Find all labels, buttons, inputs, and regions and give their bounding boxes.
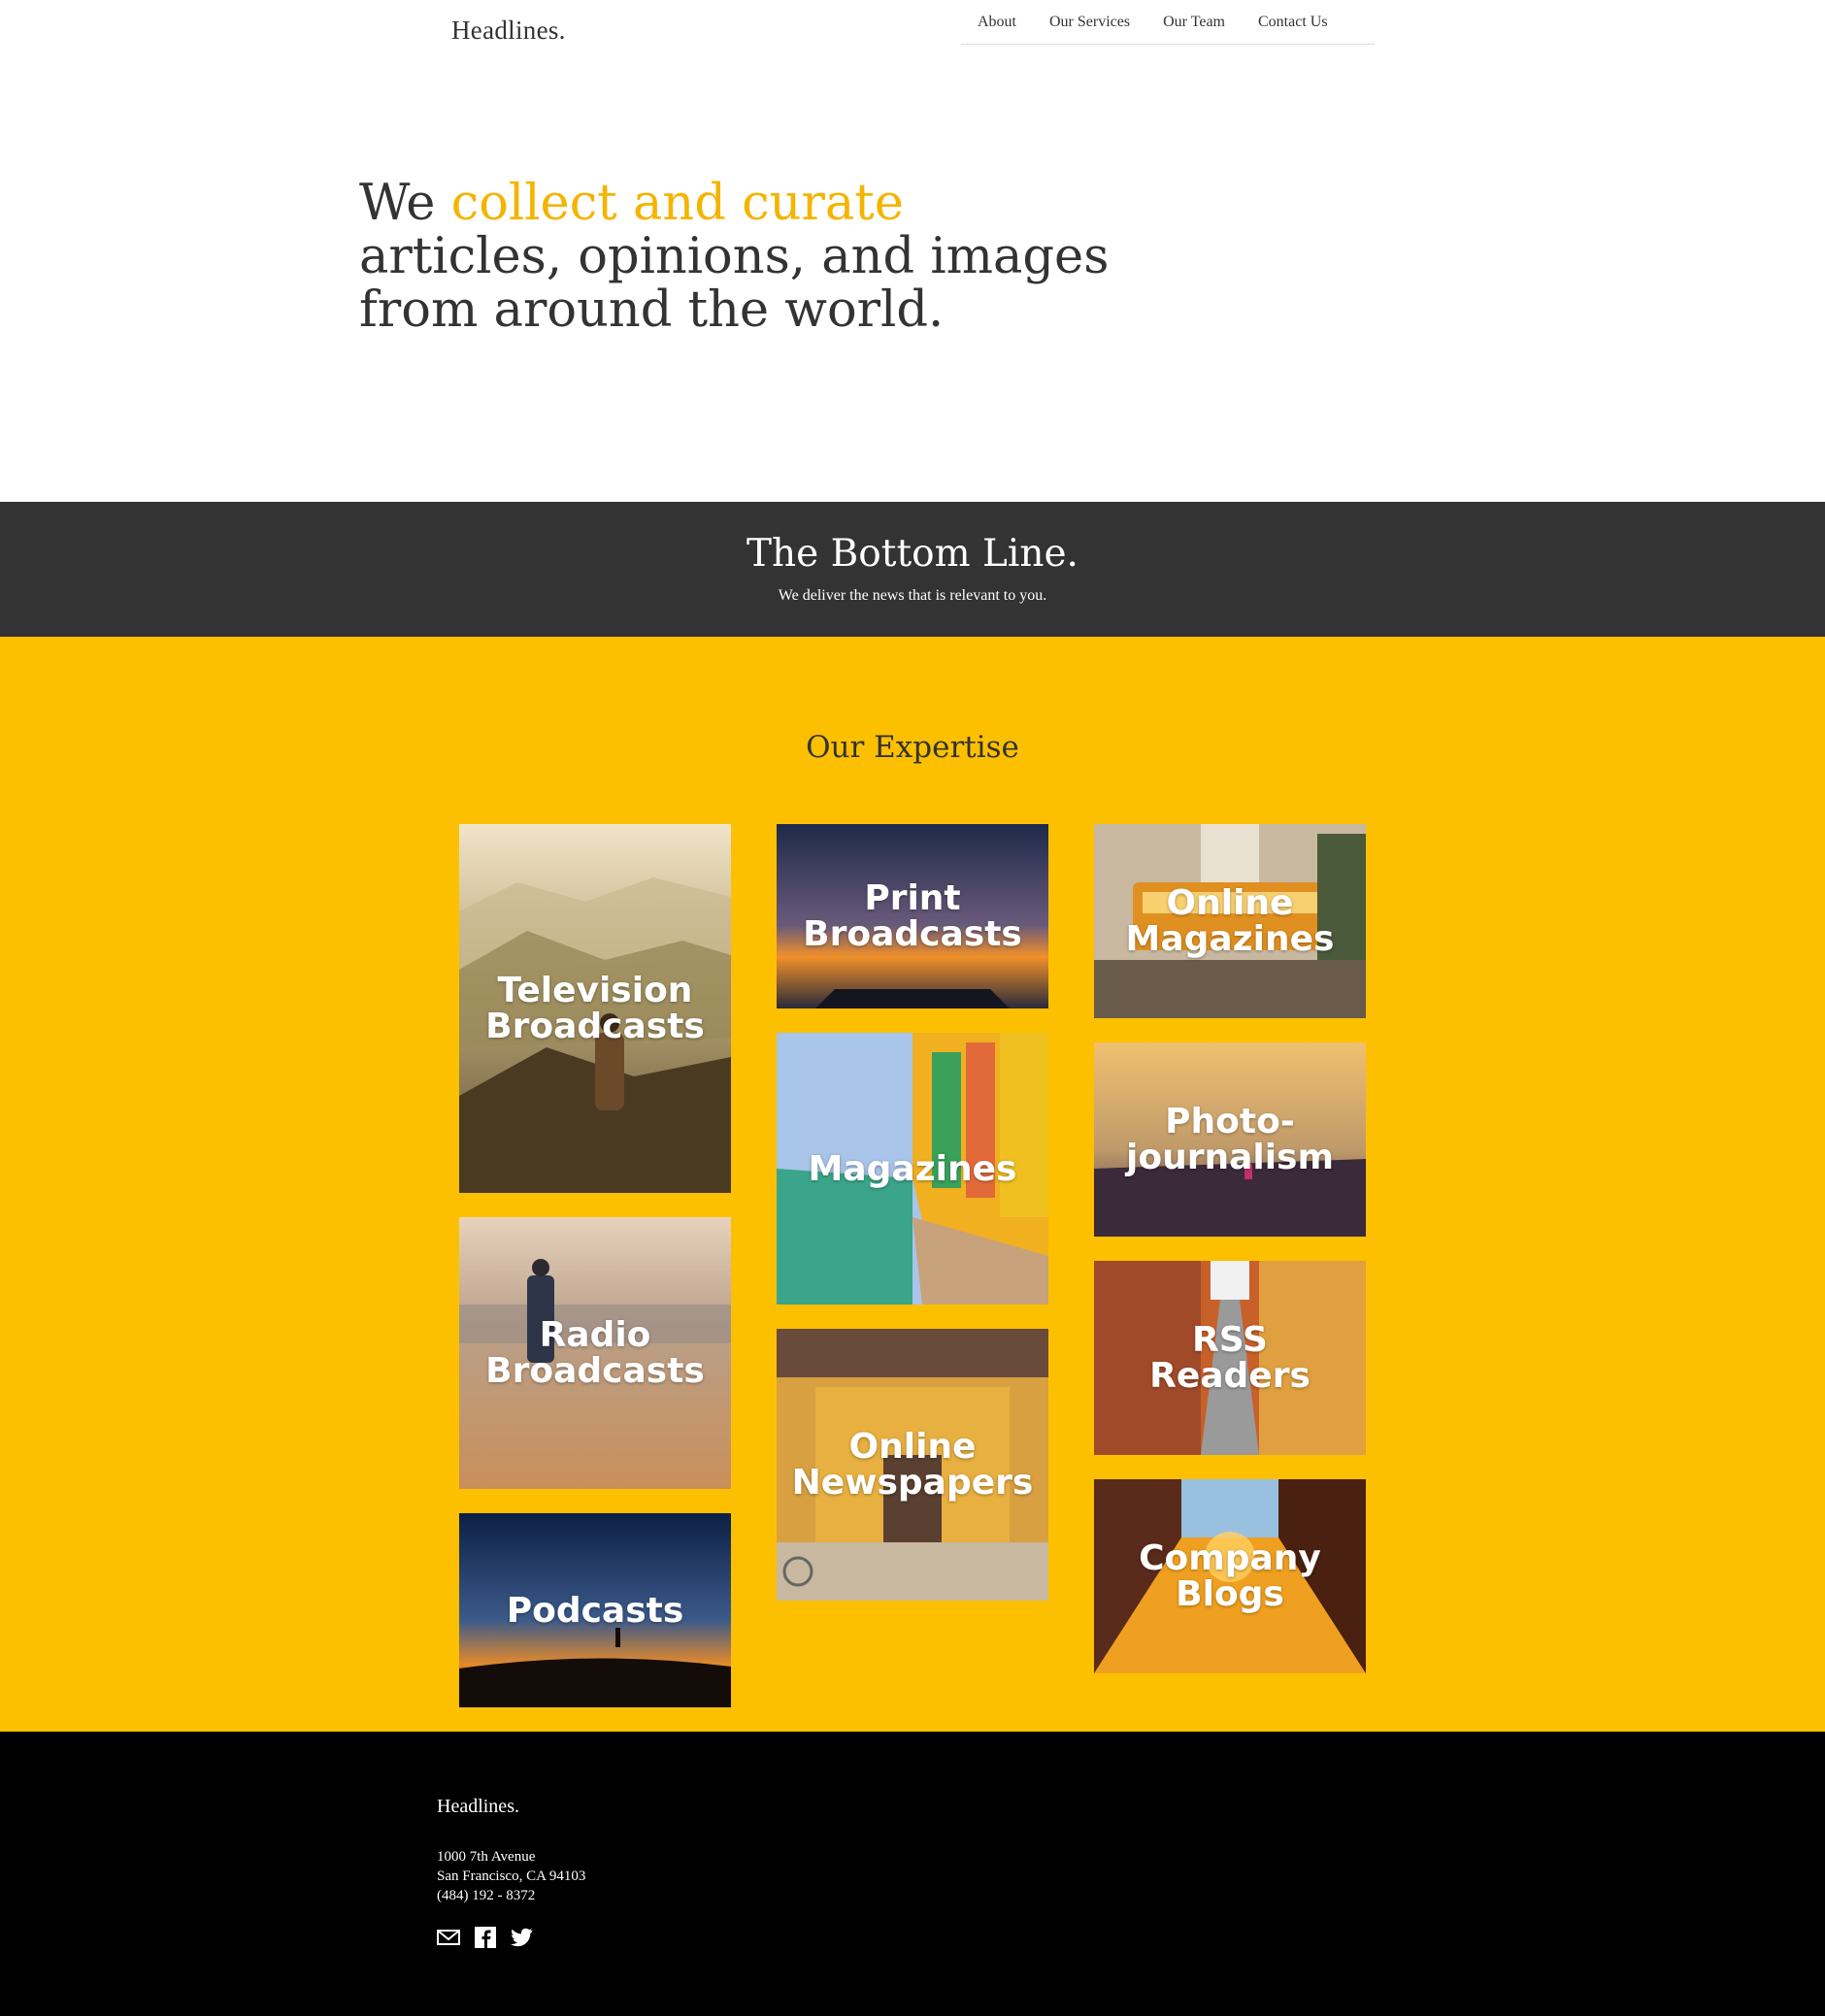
tile-label: Print Broadcasts — [803, 878, 1022, 954]
tile-photojournalism[interactable]: Photo-journalism — [1094, 1042, 1366, 1237]
hero-headline: We collect and curate articles, opinions… — [359, 177, 1233, 337]
hero-line-2: articles, opinions, and images — [359, 228, 1110, 285]
hero-accent: collect and curate — [450, 175, 904, 232]
mail-icon[interactable] — [437, 1926, 460, 1949]
footer-address: 1000 7th Avenue San Francisco, CA 94103 … — [437, 1847, 585, 1905]
social-links — [437, 1926, 534, 1949]
tile-television-broadcasts[interactable]: Television Broadcasts — [459, 824, 731, 1193]
phone-number: (484) 192 - 8372 — [437, 1888, 536, 1903]
address-line-1: 1000 7th Avenue — [437, 1849, 536, 1865]
site-logo[interactable]: Headlines. — [451, 16, 566, 46]
bottom-line-band: The Bottom Line. We deliver the news tha… — [0, 502, 1825, 637]
nav-contact-us[interactable]: Contact Us — [1258, 14, 1328, 31]
tile-label: Photo-journalism — [1126, 1102, 1334, 1177]
address-line-2: San Francisco, CA 94103 — [437, 1868, 586, 1884]
band-title: The Bottom Line. — [747, 532, 1078, 576]
nav-our-team[interactable]: Our Team — [1163, 14, 1225, 31]
tile-radio-broadcasts[interactable]: Radio Broadcasts — [459, 1217, 731, 1489]
tile-rss-readers[interactable]: RSS Readers — [1094, 1261, 1366, 1455]
tile-print-broadcasts[interactable]: Print Broadcasts — [777, 824, 1048, 1008]
expertise-title: Our Expertise — [806, 730, 1019, 765]
tile-label: Podcasts — [506, 1590, 684, 1631]
nav-our-services[interactable]: Our Services — [1049, 14, 1130, 31]
main-nav: About Our Services Our Team Contact Us — [961, 0, 1375, 45]
tile-podcasts[interactable]: Podcasts — [459, 1513, 731, 1707]
site-header: Headlines. About Our Services Our Team C… — [0, 0, 1825, 58]
tile-online-magazines[interactable]: Online Magazines — [1094, 824, 1366, 1018]
hero-prefix: We — [359, 175, 451, 232]
tile-label: Online Magazines — [1125, 883, 1335, 959]
tile-label: Magazines — [808, 1148, 1017, 1189]
band-subtitle: We deliver the news that is relevant to … — [778, 587, 1047, 604]
twitter-icon[interactable] — [511, 1926, 534, 1949]
tile-label: Television Broadcasts — [485, 971, 705, 1046]
footer-logo[interactable]: Headlines. — [437, 1796, 519, 1818]
tile-company-blogs[interactable]: Company Blogs — [1094, 1479, 1366, 1673]
nav-about[interactable]: About — [978, 14, 1016, 31]
tile-label: Online Newspapers — [791, 1427, 1034, 1503]
tile-magazines[interactable]: Magazines — [777, 1033, 1048, 1305]
tile-label: RSS Readers — [1149, 1320, 1311, 1396]
site-footer: Headlines. 1000 7th Avenue San Francisco… — [0, 1732, 1825, 2016]
facebook-icon[interactable] — [474, 1926, 497, 1949]
expertise-section: Our Expertise Television Broadcasts Radio… — [0, 637, 1825, 1732]
tile-label: Radio Broadcasts — [485, 1315, 705, 1391]
tile-label: Company Blogs — [1139, 1538, 1321, 1614]
tile-online-newspapers[interactable]: Online Newspapers — [777, 1329, 1048, 1601]
hero-line-3: from around the world. — [359, 281, 945, 339]
